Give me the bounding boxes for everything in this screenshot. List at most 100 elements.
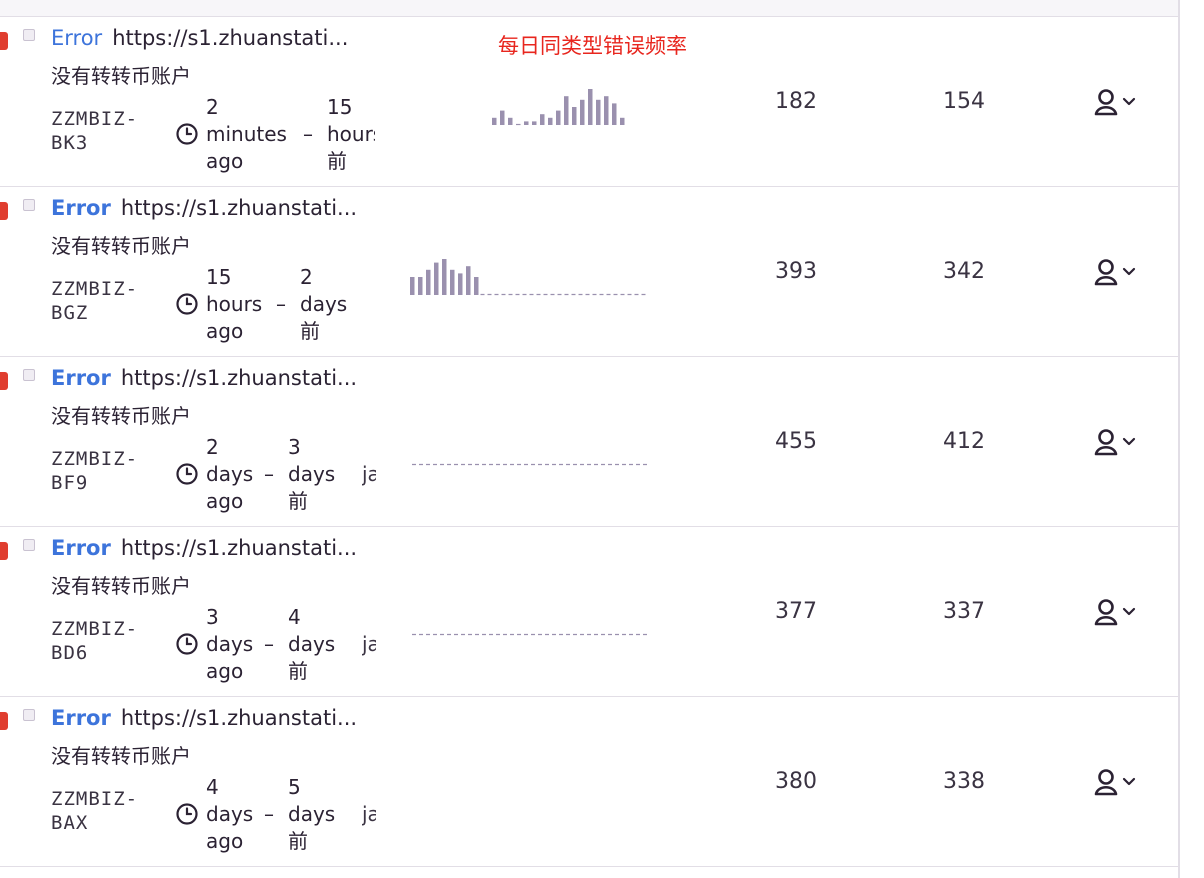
user-count: 337 [943,599,985,624]
short-id-prefix: ZZMBIZ- [51,448,139,470]
issue-short-id[interactable]: ZZMBIZ- BAX [51,787,161,835]
short-id-prefix: ZZMBIZ- [51,278,139,300]
clock-icon [176,803,198,825]
user-icon [1094,429,1118,456]
issue-select-checkbox[interactable] [23,709,35,721]
issue-row[interactable]: Error https://s1.zhuanstati... 没有转转币账户 ZZ… [0,187,1178,357]
chart-annotation: 每日同类型错误频率 [498,34,687,58]
issue-type: Error [51,196,111,220]
issue-short-id[interactable]: ZZMBIZ- BD6 [51,617,161,665]
clock-icon [176,463,198,485]
short-id-code: BF9 [51,472,89,494]
user-count: 412 [943,429,985,454]
frequency-sparkline [412,463,648,466]
sparkline-bar [580,99,585,125]
sparkline-bar [524,121,529,125]
clock-icon [176,123,198,145]
issue-row[interactable]: Error https://s1.zhuanstati... 没有转转币账户 ZZ… [0,527,1178,697]
issue-title-link[interactable]: Error https://s1.zhuanstati... [51,26,376,50]
issue-message: 没有转转币账户 [51,64,191,88]
first-seen-unit: days [288,632,336,656]
event-count: 455 [775,429,817,454]
sparkline-bar [500,110,505,125]
issue-title-link[interactable]: Error https://s1.zhuanstati... [51,196,376,220]
issue-message: 没有转转币账户 [51,744,191,768]
issue-url: https://s1.zhuanstati... [120,366,358,390]
assignee-selector[interactable] [1094,87,1154,119]
sparkline-bar [540,114,545,125]
event-count: 393 [775,259,817,284]
issue-type: Error [51,26,103,50]
issue-title-link[interactable]: Error https://s1.zhuanstati... [51,706,376,730]
issue-message: 没有转转币账户 [51,574,191,598]
short-id-code: BGZ [51,302,89,324]
issue-select-checkbox[interactable] [23,199,35,211]
user-icon [1094,599,1118,626]
last-seen-suffix: ago [206,149,244,173]
error-level-indicator [0,202,8,220]
sparkline-bar [548,117,553,125]
user-icon [1094,89,1118,116]
short-id-prefix: ZZMBIZ- [51,618,139,640]
error-level-indicator [0,712,8,730]
sparkline-bar [410,277,415,295]
first-seen-value: 3 [288,435,301,459]
event-count: 182 [775,89,817,114]
first-seen-value: 5 [288,775,301,799]
sparkline-bar [418,277,423,295]
user-count: 154 [943,89,985,114]
last-seen[interactable]: 2 minutes ago [206,94,316,175]
user-icon [1094,769,1118,796]
issue-short-id[interactable]: ZZMBIZ- BGZ [51,277,161,325]
issue-row[interactable]: Error https://s1.zhuanstati... 没有转转币账户 ZZ… [0,357,1178,527]
clock-icon [176,633,198,655]
issue-select-checkbox[interactable] [23,369,35,381]
assignee-selector[interactable] [1094,427,1154,459]
frequency-sparkline [410,259,648,296]
first-seen[interactable]: 15 hours 前 [327,94,375,175]
time-separator: – [264,632,274,656]
issue-message: 没有转转币账户 [51,234,191,258]
sparkline-bar [508,117,513,125]
sparkline-bar [458,273,463,295]
chevron-down-icon [1122,607,1136,616]
sparkline-bar [612,103,617,125]
issue-title-link[interactable]: Error https://s1.zhuanstati... [51,366,376,390]
sparkline-bar [450,269,455,295]
issue-url: https://s1.zhuanstati... [120,536,358,560]
time-separator: – [303,122,313,146]
time-separator: – [264,802,274,826]
first-seen[interactable]: 4 days 前 [288,604,348,685]
issue-select-checkbox[interactable] [23,539,35,551]
time-separator: – [276,292,286,316]
short-id-code: BK3 [51,132,89,154]
error-level-indicator [0,372,8,390]
first-seen[interactable]: 3 days 前 [288,434,348,515]
issue-row[interactable]: Error https://s1.zhuanstati... 没有转转币账户 ZZ… [0,697,1178,867]
issue-short-id[interactable]: ZZMBIZ- BK3 [51,107,161,155]
chevron-down-icon [1122,777,1136,786]
assignee-selector[interactable] [1094,597,1154,629]
sparkline-bar [604,96,609,125]
sparkline-bar [434,262,439,295]
sparkline-bar [620,117,625,125]
first-seen[interactable]: 5 days 前 [288,774,348,855]
chevron-down-icon [1122,97,1136,106]
short-id-prefix: ZZMBIZ- [51,788,139,810]
issue-select-checkbox[interactable] [23,29,35,41]
truncated-meta: ja [362,802,376,826]
first-seen-unit: days [288,462,336,486]
first-seen[interactable]: 2 days 前 [300,264,360,345]
assignee-selector[interactable] [1094,257,1154,289]
first-seen-suffix: 前 [288,829,308,853]
event-count: 380 [775,769,817,794]
assignee-selector[interactable] [1094,767,1154,799]
chevron-down-icon [1122,267,1136,276]
sparkline-bar [588,89,593,125]
short-id-code: BD6 [51,642,89,664]
issue-short-id[interactable]: ZZMBIZ- BF9 [51,447,161,495]
first-seen-unit: days [300,292,348,316]
sparkline-bar [466,266,471,295]
sparkline-bar [596,99,601,125]
issue-title-link[interactable]: Error https://s1.zhuanstati... [51,536,376,560]
